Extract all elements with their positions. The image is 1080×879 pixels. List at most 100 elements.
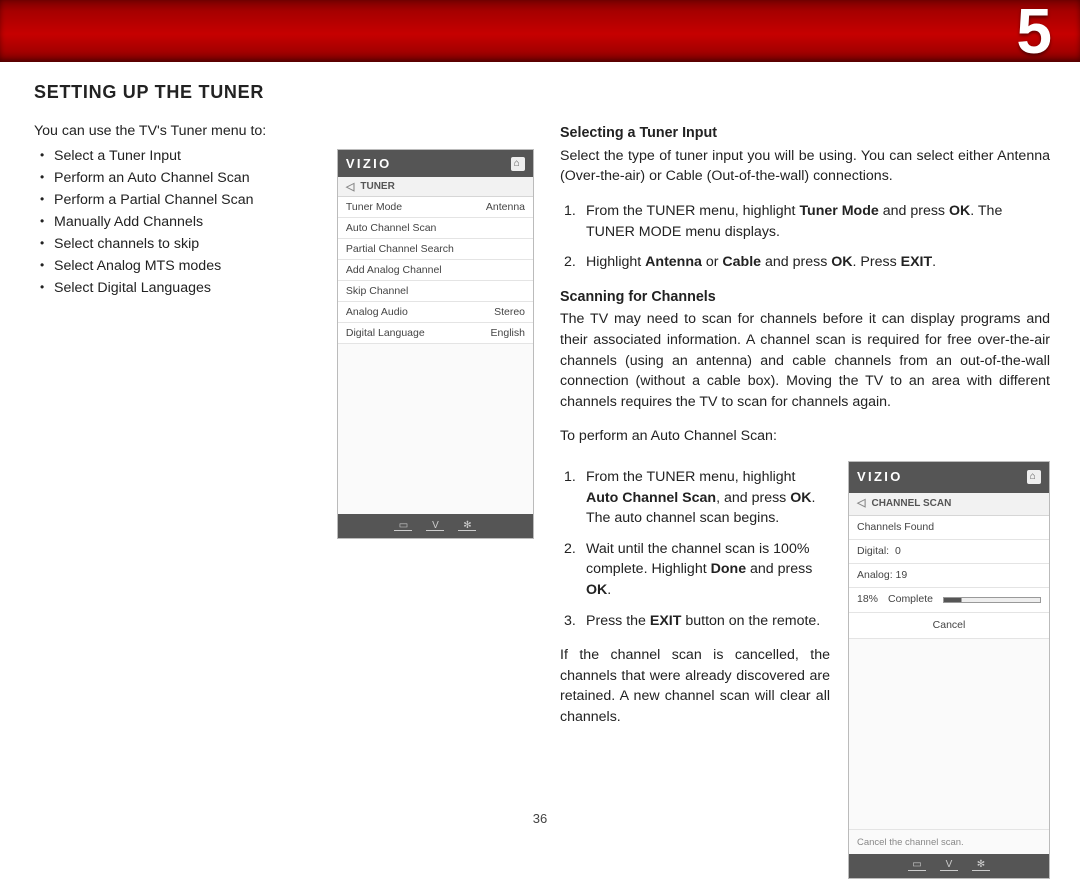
scanning-para1: The TV may need to scan for channels bef… (560, 309, 1050, 412)
breadcrumb-label: CHANNEL SCAN (871, 497, 951, 512)
subhead-scanning: Scanning for Channels (560, 287, 1050, 308)
step-bold: EXIT (650, 613, 682, 629)
step-number: 2. (564, 539, 576, 560)
footer-v-icon[interactable]: V (426, 521, 444, 531)
vizio-brand: VIZIO (346, 156, 392, 171)
left-intro-block: You can use the TV's Tuner menu to: Sele… (34, 121, 317, 302)
footer-v-icon[interactable]: V (940, 861, 958, 871)
list-item: Select channels to skip (34, 236, 317, 252)
vizio-tuner-menu: VIZIO ⌂ ◁ TUNER Tuner Mode Antenna Auto … (337, 149, 534, 539)
step-number: 1. (564, 201, 576, 222)
list-item: Manually Add Channels (34, 214, 317, 230)
digital-row: Digital: 0 (849, 540, 1049, 564)
step-1: 1. From the TUNER menu, highlight Tuner … (560, 201, 1050, 242)
row-label: Tuner Mode (346, 201, 402, 213)
subhead-selecting-tuner: Selecting a Tuner Input (560, 123, 1050, 144)
menu-filler (849, 639, 1049, 829)
menu-row-tuner-mode[interactable]: Tuner Mode Antenna (338, 197, 533, 218)
step-bold: OK (831, 254, 852, 270)
list-item: Select Analog MTS modes (34, 258, 317, 274)
breadcrumb-label: TUNER (360, 181, 394, 192)
step-number: 2. (564, 252, 576, 273)
step-bold: EXIT (901, 254, 933, 270)
step-text-part: . (607, 582, 611, 598)
step-2: 2. Wait until the channel scan is 100% c… (560, 539, 830, 601)
analog-count: 19 (896, 569, 908, 581)
step-bold: Cable (722, 254, 761, 270)
chapter-number: 5 (1016, 0, 1052, 68)
section-title: SETTING UP THE TUNER (34, 82, 1050, 103)
right-column: Selecting a Tuner Input Select the type … (560, 121, 1050, 879)
row-value: Stereo (494, 306, 525, 318)
menu-row-partial-search[interactable]: Partial Channel Search (338, 239, 533, 260)
row-label: Analog Audio (346, 306, 408, 318)
step-bold: OK (586, 582, 607, 598)
step-bold: Auto Channel Scan (586, 490, 716, 506)
step-text-part: . Press (853, 254, 901, 270)
channels-found-row: Channels Found (849, 516, 1049, 540)
progress-row: 18% Complete (849, 588, 1049, 612)
footer-gear-icon[interactable]: ✻ (972, 861, 990, 871)
step-text-part: , and press (716, 490, 790, 506)
step-number: 1. (564, 467, 576, 488)
back-icon[interactable]: ◁ (346, 180, 354, 193)
selecting-intro-para: Select the type of tuner input you will … (560, 146, 1050, 187)
step-text-part: and press (879, 203, 949, 219)
row-label: Auto Channel Scan (346, 222, 436, 234)
menu-row-analog-audio[interactable]: Analog Audio Stereo (338, 302, 533, 323)
analog-row: Analog: 19 (849, 564, 1049, 588)
scanning-intro2: To perform an Auto Channel Scan: (560, 426, 1050, 447)
selecting-steps: 1. From the TUNER menu, highlight Tuner … (560, 201, 1050, 273)
step-text-part: or (702, 254, 723, 270)
row-label: Digital: (857, 545, 889, 557)
footer-pip-icon[interactable]: ▭ (908, 861, 926, 871)
step-bold: OK (790, 490, 811, 506)
left-column: You can use the TV's Tuner menu to: Sele… (34, 121, 534, 879)
row-label: Digital Language (346, 327, 425, 339)
progress-bar (943, 597, 1041, 603)
vizio-menu-header: VIZIO ⌂ (849, 462, 1049, 493)
menu-row-add-analog[interactable]: Add Analog Channel (338, 260, 533, 281)
step-1: 1. From the TUNER menu, highlight Auto C… (560, 467, 830, 529)
page-body: SETTING UP THE TUNER You can use the TV'… (34, 82, 1050, 814)
step-text-part: . (932, 254, 936, 270)
vizio-menu-header: VIZIO ⌂ (338, 150, 533, 177)
row-label: Partial Channel Search (346, 243, 454, 255)
cancel-button[interactable]: Cancel (849, 613, 1049, 639)
scan-tip: Cancel the channel scan. (849, 829, 1049, 854)
step-number: 3. (564, 611, 576, 632)
tuner-capabilities-list: Select a Tuner Input Perform an Auto Cha… (34, 148, 317, 296)
list-item: Perform an Auto Channel Scan (34, 170, 317, 186)
progress-percent: 18% (857, 592, 878, 607)
step-text-part: and press (761, 254, 831, 270)
row-value: Antenna (486, 201, 525, 213)
digital-count: 0 (895, 545, 901, 557)
scanning-steps: 1. From the TUNER menu, highlight Auto C… (560, 467, 830, 631)
complete-label: Complete (888, 592, 933, 607)
menu-row-auto-scan[interactable]: Auto Channel Scan (338, 218, 533, 239)
menu-row-skip-channel[interactable]: Skip Channel (338, 281, 533, 302)
step-text-part: and press (746, 561, 812, 577)
list-item: Select Digital Languages (34, 280, 317, 296)
vizio-brand: VIZIO (857, 468, 903, 487)
list-item: Perform a Partial Channel Scan (34, 192, 317, 208)
footer-gear-icon[interactable]: ✻ (458, 521, 476, 531)
chapter-banner: 5 (0, 0, 1080, 62)
vizio-menu-footer: ▭ V ✻ (849, 854, 1049, 878)
vizio-menu-footer: ▭ V ✻ (338, 514, 533, 538)
back-icon[interactable]: ◁ (857, 496, 865, 512)
row-label: Skip Channel (346, 285, 408, 297)
vizio-breadcrumb[interactable]: ◁ TUNER (338, 177, 533, 197)
menu-row-digital-language[interactable]: Digital Language English (338, 323, 533, 344)
home-icon[interactable]: ⌂ (1027, 470, 1041, 484)
list-item: Select a Tuner Input (34, 148, 317, 164)
scanning-steps-block: 1. From the TUNER menu, highlight Auto C… (560, 461, 830, 742)
step-text-part: From the TUNER menu, highlight (586, 203, 799, 219)
footer-pip-icon[interactable]: ▭ (394, 521, 412, 531)
home-icon[interactable]: ⌂ (511, 157, 525, 171)
step-bold: Tuner Mode (799, 203, 878, 219)
row-label: Channels Found (857, 520, 934, 535)
step-text-part: Press the (586, 613, 650, 629)
vizio-breadcrumb[interactable]: ◁ CHANNEL SCAN (849, 493, 1049, 516)
step-3: 3. Press the EXIT button on the remote. (560, 611, 830, 632)
